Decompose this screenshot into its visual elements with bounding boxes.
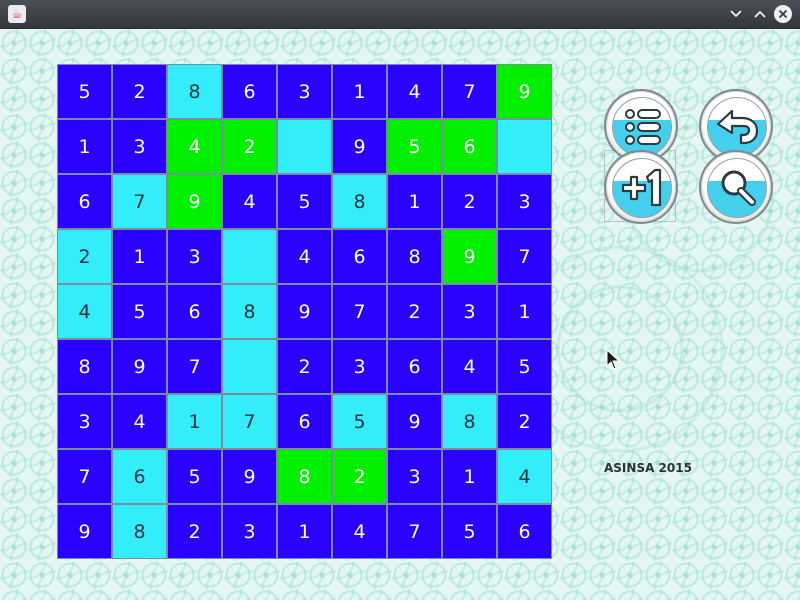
board-cell-r4-c2[interactable]: 1 [112,229,167,284]
board-cell-r9-c1[interactable]: 9 [57,504,112,559]
board-cell-r5-c6[interactable]: 7 [332,284,387,339]
board-cell-r7-c5[interactable]: 6 [277,394,332,449]
board-cell-r4-c8[interactable]: 9 [442,229,497,284]
board-cell-r4-c6[interactable]: 6 [332,229,387,284]
board-cell-r1-c2[interactable]: 2 [112,64,167,119]
credit-label: ASINSA 2015 [604,461,692,475]
board-cell-r4-c1[interactable]: 2 [57,229,112,284]
board-cell-r3-c4[interactable]: 4 [222,174,277,229]
board-cell-r1-c1[interactable]: 5 [57,64,112,119]
board-cell-r3-c5[interactable]: 5 [277,174,332,229]
minimize-icon[interactable] [726,4,746,24]
board-cell-r8-c2[interactable]: 6 [112,449,167,504]
list-icon [625,109,661,145]
board-cell-r1-c3[interactable]: 8 [167,64,222,119]
java-icon: ☕ [8,5,26,23]
board-cell-r1-c5[interactable]: 3 [277,64,332,119]
board-cell-r5-c3[interactable]: 6 [167,284,222,339]
board-cell-r2-c9[interactable] [497,119,552,174]
game-area: 5286314791342956679458123213468974568972… [0,29,800,600]
board-cell-r7-c7[interactable]: 9 [387,394,442,449]
board-cell-r5-c1[interactable]: 4 [57,284,112,339]
board-cell-r9-c4[interactable]: 3 [222,504,277,559]
board-cell-r4-c9[interactable]: 7 [497,229,552,284]
board-cell-r9-c9[interactable]: 6 [497,504,552,559]
board-cell-r1-c7[interactable]: 4 [387,64,442,119]
plus-one-button[interactable] [604,150,678,224]
board-cell-r2-c5[interactable] [277,119,332,174]
board-cell-r3-c2[interactable]: 7 [112,174,167,229]
board-cell-r5-c7[interactable]: 2 [387,284,442,339]
close-icon[interactable] [774,5,792,23]
board-cell-r3-c9[interactable]: 3 [497,174,552,229]
board-cell-r6-c2[interactable]: 9 [112,339,167,394]
board-cell-r2-c6[interactable]: 9 [332,119,387,174]
board-cell-r8-c9[interactable]: 4 [497,449,552,504]
board-cell-r9-c5[interactable]: 1 [277,504,332,559]
board-cell-r6-c5[interactable]: 2 [277,339,332,394]
board-cell-r2-c3[interactable]: 4 [167,119,222,174]
board-cell-r9-c7[interactable]: 7 [387,504,442,559]
board-cell-r8-c5[interactable]: 8 [277,449,332,504]
board-cell-r8-c6[interactable]: 2 [332,449,387,504]
title-bar[interactable]: ☕ [0,0,800,29]
board-cell-r6-c7[interactable]: 6 [387,339,442,394]
window-controls [726,3,792,25]
board-cell-r6-c9[interactable]: 5 [497,339,552,394]
board-cell-r7-c2[interactable]: 4 [112,394,167,449]
board-cell-r5-c9[interactable]: 1 [497,284,552,339]
board-cell-r1-c4[interactable]: 6 [222,64,277,119]
board-cell-r7-c3[interactable]: 1 [167,394,222,449]
plus-one-icon [621,168,662,207]
board-cell-r7-c4[interactable]: 7 [222,394,277,449]
board-cell-r4-c4[interactable] [222,229,277,284]
board-cell-r2-c1[interactable]: 1 [57,119,112,174]
board-cell-r8-c1[interactable]: 7 [57,449,112,504]
board-cell-r5-c8[interactable]: 3 [442,284,497,339]
magnifier-icon [721,170,756,206]
board-cell-r3-c6[interactable]: 8 [332,174,387,229]
board-cell-r8-c8[interactable]: 1 [442,449,497,504]
board-cell-r2-c4[interactable]: 2 [222,119,277,174]
board-cell-r1-c9[interactable]: 9 [497,64,552,119]
board-cell-r6-c3[interactable]: 7 [167,339,222,394]
board-cell-r4-c3[interactable]: 3 [167,229,222,284]
board-cell-r2-c2[interactable]: 3 [112,119,167,174]
sudoku-board: 5286314791342956679458123213468974568972… [57,64,552,559]
app-window: ☕ 52863147913429566794581232134689745689… [0,0,800,600]
mouse-cursor-icon [606,349,620,370]
board-cell-r2-c7[interactable]: 5 [387,119,442,174]
board-cell-r4-c7[interactable]: 8 [387,229,442,284]
board-cell-r4-c5[interactable]: 4 [277,229,332,284]
board-cell-r9-c8[interactable]: 5 [442,504,497,559]
board-cell-r6-c1[interactable]: 8 [57,339,112,394]
board-cell-r5-c4[interactable]: 8 [222,284,277,339]
board-cell-r6-c6[interactable]: 3 [332,339,387,394]
board-cell-r8-c3[interactable]: 5 [167,449,222,504]
board-cell-r6-c8[interactable]: 4 [442,339,497,394]
board-cell-r9-c3[interactable]: 2 [167,504,222,559]
undo-arrow-icon [716,109,759,145]
board-cell-r3-c3[interactable]: 9 [167,174,222,229]
board-cell-r1-c8[interactable]: 7 [442,64,497,119]
board-cell-r3-c1[interactable]: 6 [57,174,112,229]
maximize-icon[interactable] [750,4,770,24]
board-cell-r7-c8[interactable]: 8 [442,394,497,449]
board-cell-r6-c4[interactable] [222,339,277,394]
board-cell-r1-c6[interactable]: 1 [332,64,387,119]
board-cell-r7-c1[interactable]: 3 [57,394,112,449]
board-cell-r7-c6[interactable]: 5 [332,394,387,449]
board-cell-r5-c2[interactable]: 5 [112,284,167,339]
board-cell-r2-c8[interactable]: 6 [442,119,497,174]
board-cell-r9-c2[interactable]: 8 [112,504,167,559]
board-cell-r8-c4[interactable]: 9 [222,449,277,504]
hint-search-button[interactable] [699,150,773,224]
board-cell-r3-c8[interactable]: 2 [442,174,497,229]
board-cell-r5-c5[interactable]: 9 [277,284,332,339]
board-cell-r7-c9[interactable]: 2 [497,394,552,449]
board-cell-r8-c7[interactable]: 3 [387,449,442,504]
board-cell-r9-c6[interactable]: 4 [332,504,387,559]
board-cell-r3-c7[interactable]: 1 [387,174,442,229]
